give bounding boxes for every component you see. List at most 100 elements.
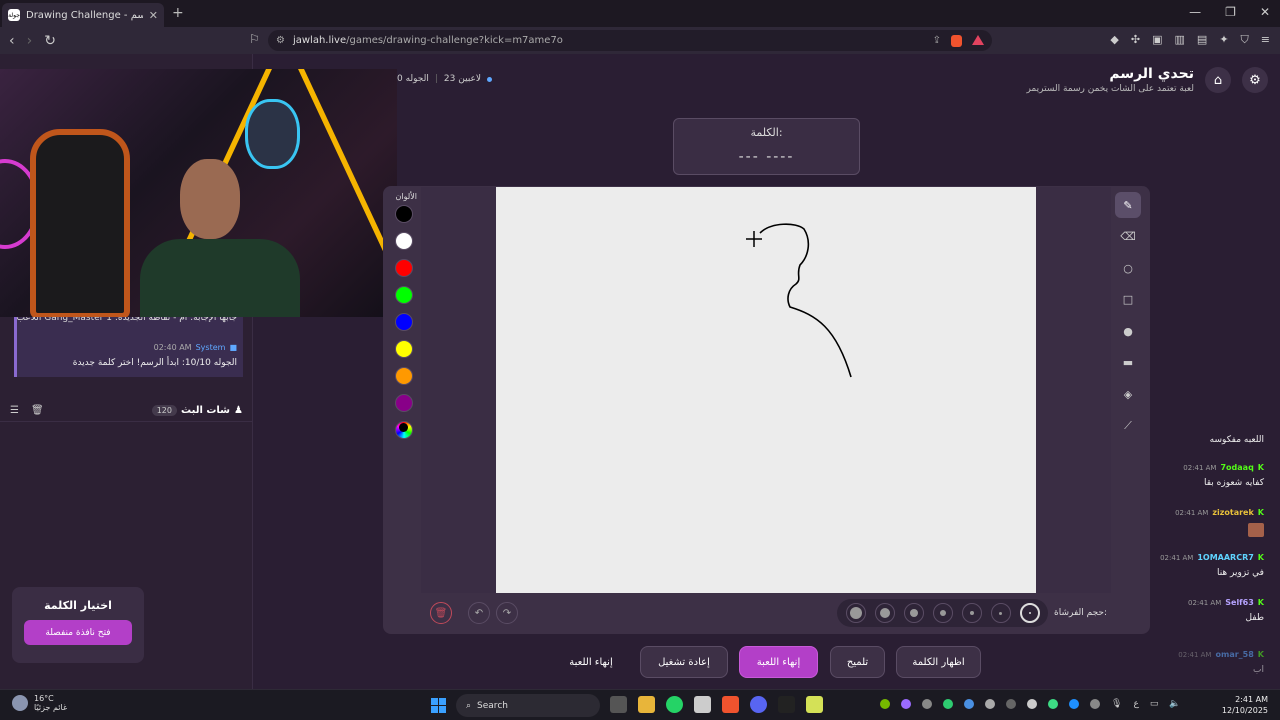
leo-icon[interactable]: ✦	[1219, 33, 1228, 47]
filled-circle-tool[interactable]: ●	[1115, 318, 1141, 344]
redo-button[interactable]: ↷	[496, 602, 518, 624]
end-game-link[interactable]: إنهاء اللعبة	[556, 646, 626, 678]
color-swatch-blue[interactable]	[395, 313, 413, 331]
circle-tool[interactable]: ○	[1115, 255, 1141, 281]
close-window-icon[interactable]: ✕	[1260, 5, 1270, 19]
maximize-icon[interactable]: ❐	[1225, 5, 1236, 19]
bookmark-icon[interactable]: ⚐	[249, 32, 260, 46]
notes-icon[interactable]	[806, 696, 823, 713]
filled-circle-icon: ●	[1123, 324, 1133, 338]
clear-canvas-button[interactable]: 🗑	[430, 602, 452, 624]
brush-size-option-selected[interactable]	[1019, 603, 1040, 623]
language-indicator[interactable]: ع	[1133, 699, 1138, 709]
color-swatch-yellow[interactable]	[395, 340, 413, 358]
players-label: 23 لاعبين	[443, 74, 482, 84]
chat-username[interactable]: omar_58	[1215, 650, 1253, 659]
close-tab-icon[interactable]: ✕	[149, 9, 158, 22]
open-popup-button[interactable]: فتح نافذة منفصلة	[24, 620, 132, 645]
rectangle-tool[interactable]: □	[1115, 287, 1141, 313]
tray-app-icon[interactable]	[1090, 699, 1100, 709]
color-swatch-white[interactable]	[395, 232, 413, 250]
chat-username[interactable]: Self63	[1225, 598, 1254, 607]
tray-app-icon[interactable]	[964, 699, 974, 709]
end-game-button[interactable]: إنهاء اللعبة	[739, 646, 818, 678]
usb-icon[interactable]	[1027, 699, 1037, 709]
eraser-tool[interactable]: ⌫	[1115, 224, 1141, 250]
weather-widget[interactable]: 16°C غائم جزئيًا	[12, 694, 67, 712]
tray-app-icon[interactable]	[1048, 699, 1058, 709]
hint-button[interactable]: تلميح	[830, 646, 885, 678]
taskbar-clock[interactable]: 2:41 AM 12/10/2025	[1222, 694, 1268, 716]
tray-app-icon[interactable]	[1006, 699, 1016, 709]
volume-icon[interactable]: 🔈	[1169, 699, 1180, 709]
undo-button[interactable]: ↶	[468, 602, 490, 624]
color-swatch-black[interactable]	[395, 205, 413, 223]
site-info-icon[interactable]: ⚙	[276, 35, 285, 46]
extension-icon[interactable]: ◆	[1110, 33, 1118, 47]
media-icon[interactable]: ▣	[1152, 33, 1162, 47]
brush-size-option[interactable]	[961, 603, 982, 623]
chat-username[interactable]: zizotarek	[1212, 508, 1253, 517]
vpn-icon[interactable]: ⛉	[1241, 33, 1249, 47]
brave-browser-icon[interactable]	[722, 696, 739, 713]
sidebar-icon[interactable]: ▥	[1175, 33, 1185, 47]
new-tab-icon[interactable]: +	[172, 5, 184, 21]
brave-shield-icon[interactable]	[951, 34, 962, 47]
pen-tool[interactable]: ✎	[1115, 192, 1141, 218]
color-swatch-purple[interactable]	[395, 394, 413, 412]
chat-username[interactable]: 7odaaq	[1220, 463, 1253, 472]
discord-icon[interactable]	[750, 696, 767, 713]
back-icon[interactable]: ‹	[9, 33, 15, 49]
nvidia-icon[interactable]	[880, 699, 890, 709]
tray-app-icon[interactable]	[901, 699, 911, 709]
brush-size-option[interactable]	[903, 603, 924, 623]
file-explorer-icon[interactable]	[638, 696, 655, 713]
color-swatch-red[interactable]	[395, 259, 413, 277]
brush-size-option[interactable]	[845, 603, 866, 623]
steam-icon[interactable]	[985, 699, 995, 709]
url-path: /games/drawing-challenge?kick=m7ame7o	[346, 35, 563, 46]
forward-icon[interactable]: ›	[27, 33, 33, 49]
task-view-icon[interactable]	[610, 696, 627, 713]
settings-button[interactable]: ⚙	[1242, 67, 1268, 93]
wallet-icon[interactable]: ▤	[1197, 33, 1207, 47]
tray-app-icon[interactable]	[1069, 699, 1079, 709]
network-icon[interactable]: ▭	[1150, 699, 1159, 709]
app-icon[interactable]	[694, 696, 711, 713]
browser-tab[interactable]: جولة Drawing Challenge - تحدي الرسم ✕	[2, 3, 164, 27]
brush-size-option[interactable]	[874, 603, 895, 623]
system-message-time: 02:40 AM	[153, 343, 192, 352]
menu-icon[interactable]: ≡	[1261, 33, 1270, 47]
restart-button[interactable]: إعادة تشغيل	[640, 646, 728, 678]
chat-trash-icon[interactable]: 🗑	[31, 405, 44, 416]
reload-icon[interactable]: ↻	[44, 33, 56, 49]
share-icon[interactable]: ⇪	[933, 35, 941, 47]
terminal-icon[interactable]	[778, 696, 795, 713]
chat-message: 02:41 AM 7odaaq K كفايه شعوزه بقا	[1183, 463, 1264, 488]
line-tool[interactable]: ⟋	[1115, 413, 1141, 439]
chat-time: 02:41 AM	[1183, 463, 1217, 472]
brush-size-option[interactable]	[932, 603, 953, 623]
color-swatch-green[interactable]	[395, 286, 413, 304]
taskbar-search[interactable]: ⌕ Search	[456, 694, 600, 717]
brave-rewards-icon[interactable]	[972, 34, 984, 45]
custom-color-picker-icon[interactable]	[395, 421, 413, 439]
fill-bucket-tool[interactable]: ◈	[1115, 381, 1141, 407]
show-word-button[interactable]: اظهار الكلمة	[896, 646, 981, 678]
drawing-canvas[interactable]	[496, 187, 1036, 593]
line-icon: ⟋	[1124, 418, 1132, 432]
brush-size-option[interactable]	[990, 603, 1011, 623]
color-swatch-orange[interactable]	[395, 367, 413, 385]
puzzle-icon[interactable]: ✣	[1131, 33, 1140, 47]
tray-app-icon[interactable]	[943, 699, 953, 709]
minimize-icon[interactable]: —	[1189, 5, 1201, 19]
tray-app-icon[interactable]	[922, 699, 932, 709]
url-field[interactable]: ⚙ jawlah.live/games/drawing-challenge?ki…	[268, 30, 992, 51]
chat-settings-icon[interactable]: ☰	[10, 405, 19, 416]
filled-rectangle-tool[interactable]: ▬	[1115, 350, 1141, 376]
home-button[interactable]: ⌂	[1205, 67, 1231, 93]
chat-username[interactable]: 1OMAARCR7	[1197, 553, 1253, 562]
whatsapp-icon[interactable]	[666, 696, 683, 713]
microphone-icon[interactable]: 🎙	[1111, 699, 1122, 709]
windows-start-icon[interactable]	[431, 698, 446, 713]
